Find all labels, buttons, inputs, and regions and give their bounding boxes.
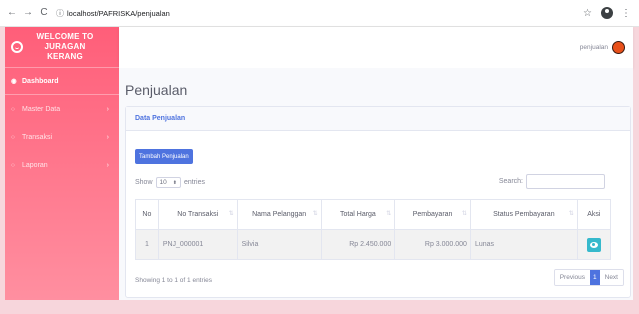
entries-length-control: Show 10 ⬍ entries — [135, 177, 205, 188]
bookmark-star-icon[interactable]: ☆ — [583, 8, 592, 19]
chevron-right-icon: › — [106, 133, 109, 141]
cell-pembayaran: Rp 3.000.000 — [394, 229, 471, 260]
penjualan-table: No No Transaksi ⇅ Nama Pelanggan ⇅ Total H… — [135, 199, 612, 260]
entries-select[interactable]: 10 ⬍ — [155, 177, 181, 188]
column-label: Total Harga — [340, 211, 376, 218]
sidebar-item-label: Dashboard — [22, 77, 59, 85]
sidebar-item-dashboard[interactable]: ◉ Dashboard — [5, 68, 119, 95]
column-header[interactable]: Status Pembayaran ⇅ — [469, 199, 578, 230]
page-title: Penjualan — [125, 82, 188, 98]
column-header[interactable]: Aksi — [576, 199, 612, 230]
sort-icon: ⇅ — [461, 211, 467, 217]
site-info-icon[interactable]: ⓘ — [56, 8, 64, 19]
previous-page-button[interactable]: Previous — [554, 270, 590, 285]
column-label: No Transaksi — [177, 211, 219, 218]
sort-icon: ⇅ — [228, 211, 234, 217]
circle-icon: ○ — [11, 161, 15, 169]
cell-status: Lunas — [469, 229, 578, 260]
sidebar-item-label: Laporan — [22, 161, 48, 169]
back-arrow-icon[interactable]: ← — [6, 7, 18, 19]
dashboard-icon: ◉ — [11, 78, 17, 85]
next-page-button[interactable]: Next — [599, 270, 623, 285]
table-search: Search: — [499, 174, 605, 189]
cell-aksi — [576, 229, 612, 260]
address-bar[interactable]: ⓘ localhost/PAFRISKA/penjualan — [56, 4, 583, 22]
sidebar-item-transaksi[interactable]: ○ Transaksi › — [5, 123, 119, 151]
sort-icon: ⇅ — [386, 211, 392, 217]
eye-icon[interactable] — [586, 237, 601, 252]
reload-icon[interactable]: C — [38, 7, 50, 19]
browser-toolbar: ← → C ⓘ localhost/PAFRISKA/penjualan ☆ ⋮ — [0, 0, 639, 27]
column-label: Status Pembayaran — [493, 211, 555, 218]
cell-no-transaksi: PNJ_000001 — [157, 229, 238, 260]
sort-icon: ⇅ — [568, 211, 574, 217]
chevron-right-icon: › — [106, 161, 109, 169]
column-label: Pembayaran — [412, 211, 453, 218]
entries-select-value: 10 — [159, 179, 167, 186]
avatar[interactable] — [612, 41, 625, 54]
cell-pelanggan: Silvia — [236, 229, 322, 260]
sidebar-item-laporan[interactable]: ○ Laporan › — [5, 151, 119, 179]
table-info: Showing 1 to 1 of 1 entries — [135, 277, 212, 284]
table-row: 1 PNJ_000001 Silvia Rp 2.450.000 Rp 3.00… — [135, 229, 612, 260]
circle-icon: ○ — [11, 133, 15, 141]
sidebar: WELCOME TO JURAGAN KERANG ◉ Dashboard ○ … — [5, 27, 119, 300]
circle-icon: ○ — [11, 105, 15, 113]
column-label: Nama Pelanggan — [252, 211, 307, 218]
column-label: Aksi — [587, 211, 601, 218]
pink-frame-right — [633, 0, 639, 314]
browser-menu-icon[interactable]: ⋮ — [621, 8, 631, 19]
user-name[interactable]: penjualan — [580, 44, 608, 51]
search-input[interactable] — [526, 174, 605, 189]
chevron-right-icon: › — [106, 105, 109, 113]
column-header[interactable]: Pembayaran ⇅ — [394, 199, 471, 230]
sidebar-item-master-data[interactable]: ○ Master Data › — [5, 95, 119, 123]
page-1-button[interactable]: 1 — [590, 270, 600, 285]
select-arrows-icon: ⬍ — [172, 179, 177, 186]
url-text[interactable]: localhost/PAFRISKA/penjualan — [67, 9, 170, 18]
cell-no: 1 — [135, 229, 159, 260]
pagination: Previous 1 Next — [553, 269, 624, 286]
sidebar-item-label: Transaksi — [22, 133, 53, 141]
brand-text: WELCOME TO JURAGAN KERANG — [36, 32, 94, 61]
column-header[interactable]: No Transaksi ⇅ — [157, 199, 238, 230]
data-card: Data Penjualan Tambah Penjualan Show 10 … — [125, 106, 631, 298]
card-title: Data Penjualan — [135, 115, 186, 122]
sidebar-brand[interactable]: WELCOME TO JURAGAN KERANG — [5, 27, 119, 68]
cell-total-harga: Rp 2.450.000 — [320, 229, 396, 260]
topbar: penjualan — [119, 27, 633, 68]
sort-icon: ⇅ — [312, 211, 318, 217]
forward-arrow-icon[interactable]: → — [22, 7, 34, 19]
main-content: Penjualan Data Penjualan Tambah Penjuala… — [119, 68, 633, 300]
pink-frame-bottom — [0, 300, 639, 314]
smile-icon — [11, 41, 23, 53]
add-penjualan-button[interactable]: Tambah Penjualan — [135, 149, 193, 164]
card-header: Data Penjualan — [126, 107, 630, 131]
column-label: No — [142, 211, 152, 218]
search-label: Search: — [498, 178, 523, 185]
sidebar-item-label: Master Data — [22, 105, 61, 113]
show-label: Show — [135, 179, 153, 186]
column-header[interactable]: No — [135, 199, 159, 230]
profile-icon[interactable] — [601, 7, 613, 19]
entries-label: entries — [183, 179, 205, 186]
column-header[interactable]: Nama Pelanggan ⇅ — [236, 199, 322, 230]
column-header[interactable]: Total Harga ⇅ — [320, 199, 396, 230]
